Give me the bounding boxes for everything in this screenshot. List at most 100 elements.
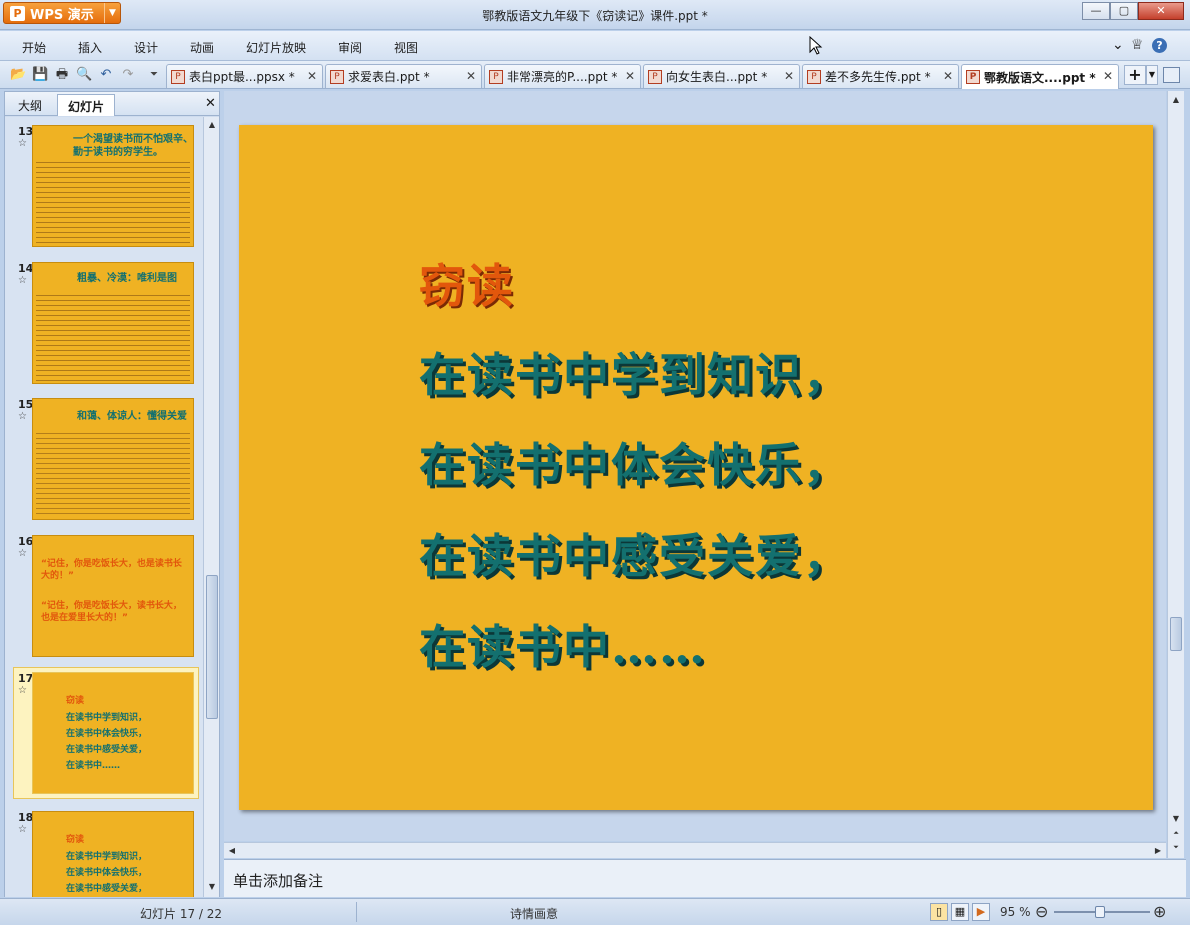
scroll-thumb[interactable] <box>206 575 218 719</box>
scroll-up-icon[interactable]: ▲ <box>1170 94 1182 106</box>
doc-tab-1[interactable]: P 表白ppt最...ppsx * ✕ <box>166 64 323 88</box>
doc-tab-4[interactable]: P 向女生表白...ppt * ✕ <box>643 64 800 88</box>
close-button[interactable]: ✕ <box>1138 2 1184 20</box>
doc-tab-2[interactable]: P 求爱表白.ppt * ✕ <box>325 64 482 88</box>
current-slide[interactable]: 窃读 在读书中学到知识， 在读书中体会快乐， 在读书中感受关爱， 在读书中…… <box>239 125 1153 810</box>
tab-close-icon[interactable]: ✕ <box>307 69 317 83</box>
document-tab-bar: 📂 💾 🖶 🔍 ↶ ↷ ⏷ P 表白ppt最...ppsx * ✕ P 求爱表白.pp… <box>0 61 1190 89</box>
slideshow-icon[interactable]: ▶ <box>972 903 990 921</box>
status-divider <box>356 902 357 922</box>
menu-view[interactable]: 视图 <box>394 39 418 56</box>
wps-logo-icon: P <box>10 5 25 21</box>
transition-star-icon: ☆ <box>18 138 27 149</box>
redo-icon[interactable]: ↷ <box>120 67 136 83</box>
slide-text-line[interactable]: 在读书中感受关爱， <box>419 520 851 586</box>
thumbnail-list: 13 ☆ 一个渴望读书而不怕艰辛、 勤于读书的穷学生。 14 ☆ 粗暴、冷漠：唯… <box>5 117 203 897</box>
toolbar-more-icon[interactable]: ⏷ <box>146 67 162 83</box>
transition-star-icon: ☆ <box>18 685 27 696</box>
menu-slideshow[interactable]: 幻灯片放映 <box>246 39 306 56</box>
transition-star-icon: ☆ <box>18 824 27 835</box>
scroll-right-icon[interactable]: ▶ <box>1152 845 1164 857</box>
ppt-file-icon: P <box>330 69 344 84</box>
collapse-ribbon-icon[interactable]: ⌄ <box>1112 37 1124 53</box>
help-icon[interactable]: ? <box>1152 38 1167 53</box>
doc-tab-5[interactable]: P 差不多先生传.ppt * ✕ <box>802 64 959 88</box>
next-slide-icon[interactable]: ⏷ <box>1170 841 1182 853</box>
menu-bar: 开始 插入 设计 动画 幻灯片放映 审阅 视图 ⌄ ♕ ? <box>0 31 1190 61</box>
slide-scrollbar[interactable]: ▲ ▼ ⏶ ⏷ <box>1167 91 1184 858</box>
thumbnail-scrollbar[interactable]: ▲ ▼ <box>203 117 219 897</box>
scroll-up-icon[interactable]: ▲ <box>206 119 218 131</box>
transition-star-icon: ☆ <box>18 275 27 286</box>
notes-placeholder[interactable]: 单击添加备注 <box>233 870 323 891</box>
tab-list-icon[interactable]: ▼ <box>1146 65 1158 85</box>
scroll-down-icon[interactable]: ▼ <box>206 881 218 893</box>
tab-close-icon[interactable]: ✕ <box>625 69 635 83</box>
notes-pane[interactable]: 单击添加备注 <box>224 859 1186 897</box>
title-bar: P WPS 演示 ▼ 鄂教版语文九年级下《窃读记》课件.ppt * — ▢ ✕ <box>0 0 1190 30</box>
tab-close-icon[interactable]: ✕ <box>943 69 953 83</box>
tab-close-icon[interactable]: ✕ <box>784 69 794 83</box>
zoom-in-icon[interactable]: ⊕ <box>1153 902 1166 921</box>
ppt-file-icon: P <box>648 69 662 84</box>
window-layout-icon[interactable] <box>1163 67 1180 83</box>
undo-icon[interactable]: ↶ <box>98 67 114 83</box>
transition-star-icon: ☆ <box>18 411 27 422</box>
slide-thumbnail-14[interactable]: 粗暴、冷漠：唯利是图 <box>32 262 194 384</box>
new-tab-button[interactable]: + <box>1124 65 1146 85</box>
slide-counter: 幻灯片 17 / 22 <box>140 907 223 921</box>
print-preview-icon[interactable]: 🔍 <box>76 67 92 83</box>
panel-close-icon[interactable]: ✕ <box>205 96 216 111</box>
zoom-slider-handle[interactable] <box>1095 906 1105 918</box>
menu-animation[interactable]: 动画 <box>190 39 214 56</box>
app-name: WPS 演示 <box>30 7 94 23</box>
skin-icon[interactable]: ♕ <box>1131 37 1144 53</box>
chevron-down-icon[interactable]: ▼ <box>104 3 120 23</box>
menu-home[interactable]: 开始 <box>22 39 46 56</box>
panel-tabs: 大纲 幻灯片 ✕ <box>5 92 219 116</box>
menu-design[interactable]: 设计 <box>134 39 158 56</box>
slide-text-line[interactable]: 在读书中…… <box>419 611 707 677</box>
tab-close-icon[interactable]: ✕ <box>1103 69 1113 83</box>
doc-tab-6-active[interactable]: P 鄂教版语文....ppt * ✕ <box>961 64 1119 89</box>
ppt-file-icon: P <box>489 69 503 84</box>
menu-review[interactable]: 审阅 <box>338 39 362 56</box>
window-title: 鄂教版语文九年级下《窃读记》课件.ppt * <box>482 9 708 23</box>
slides-panel: 大纲 幻灯片 ✕ 13 ☆ 一个渴望读书而不怕艰辛、 勤于读书的穷学生。 14 … <box>4 91 220 897</box>
zoom-out-icon[interactable]: ⊖ <box>1035 902 1048 921</box>
ppt-file-icon: P <box>966 70 980 84</box>
doc-tab-3[interactable]: P 非常漂亮的P....ppt * ✕ <box>484 64 641 88</box>
status-bar: 幻灯片 17 / 22 诗情画意 ▯ ▦ ▶ 95 % ⊖ ⊕ <box>0 898 1190 925</box>
save-icon[interactable]: 💾 <box>32 67 48 83</box>
slide-thumbnail-15[interactable]: 和蔼、体谅人：懂得关爱 <box>32 398 194 520</box>
ppt-file-icon: P <box>171 69 185 84</box>
slide-thumbnail-13[interactable]: 一个渴望读书而不怕艰辛、 勤于读书的穷学生。 <box>32 125 194 247</box>
slide-thumbnail-18[interactable]: 窃读 在读书中学到知识， 在读书中体会快乐， 在读书中感受关爱， <box>32 811 194 897</box>
previous-slide-icon[interactable]: ⏶ <box>1170 827 1182 839</box>
open-folder-icon[interactable]: 📂 <box>10 67 26 83</box>
horizontal-scrollbar[interactable]: ◀ ▶ <box>224 842 1166 858</box>
tab-outline[interactable]: 大纲 <box>8 94 52 116</box>
ppt-file-icon: P <box>807 69 821 84</box>
scroll-thumb[interactable] <box>1170 617 1182 651</box>
maximize-button[interactable]: ▢ <box>1110 2 1138 20</box>
transition-star-icon: ☆ <box>18 548 27 559</box>
slide-text-line[interactable]: 在读书中体会快乐， <box>419 429 851 495</box>
theme-name: 诗情画意 <box>510 907 559 921</box>
scroll-down-icon[interactable]: ▼ <box>1170 813 1182 825</box>
tab-close-icon[interactable]: ✕ <box>466 69 476 83</box>
slide-thumbnail-16[interactable]: “记住，你是吃饭长大，也是读书长大的！” “记住，你是吃饭长大，读书长大，也是在… <box>32 535 194 657</box>
slide-thumbnail-17-selected[interactable]: 窃读 在读书中学到知识， 在读书中体会快乐， 在读书中感受关爱， 在读书中…… <box>32 672 194 794</box>
print-icon[interactable]: 🖶 <box>54 67 70 83</box>
slide-title[interactable]: 窃读 <box>419 250 515 316</box>
slide-text-line[interactable]: 在读书中学到知识， <box>419 339 851 405</box>
tab-slides[interactable]: 幻灯片 <box>57 94 116 116</box>
wps-app-button[interactable]: P WPS 演示 ▼ <box>3 2 121 24</box>
scroll-left-icon[interactable]: ◀ <box>226 845 238 857</box>
zoom-level: 95 % <box>1000 905 1031 919</box>
minimize-button[interactable]: — <box>1082 2 1110 20</box>
menu-insert[interactable]: 插入 <box>78 39 102 56</box>
normal-view-icon[interactable]: ▯ <box>930 903 948 921</box>
slide-sorter-icon[interactable]: ▦ <box>951 903 969 921</box>
mouse-cursor-icon <box>809 36 823 55</box>
